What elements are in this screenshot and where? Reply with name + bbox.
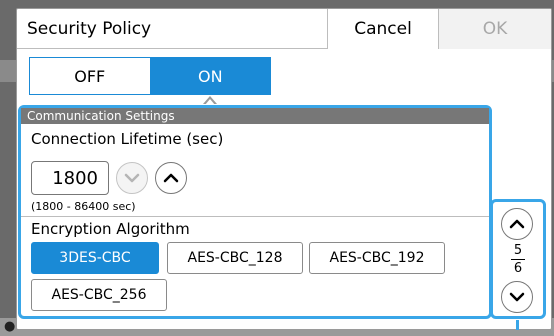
- connection-lifetime-range: (1800 - 86400 sec): [31, 200, 136, 213]
- settings-panel: Communication Settings Connection Lifeti…: [18, 105, 492, 319]
- algo-aes-cbc-128-button[interactable]: AES-CBC_128: [167, 242, 303, 274]
- security-policy-dialog: Security Policy Cancel OK OFF ON Communi…: [16, 8, 552, 330]
- increase-button[interactable]: [155, 162, 187, 194]
- dialog-titlebar: Security Policy Cancel OK: [17, 9, 551, 49]
- encryption-algorithm-label: Encryption Algorithm: [31, 220, 190, 238]
- toggle-off-button[interactable]: OFF: [30, 58, 151, 94]
- cancel-button[interactable]: Cancel: [327, 9, 439, 49]
- section-divider: [21, 216, 489, 217]
- pager-indicator-line: [516, 320, 519, 330]
- toggle-on-button[interactable]: ON: [150, 58, 270, 94]
- algo-3des-cbc-button[interactable]: 3DES-CBC: [31, 242, 159, 274]
- page-navigator: 5 6: [490, 199, 546, 319]
- algo-aes-cbc-256-button[interactable]: AES-CBC_256: [31, 279, 167, 311]
- connection-lifetime-input[interactable]: 1800: [31, 161, 109, 195]
- chevron-down-icon: [124, 173, 140, 183]
- current-page: 5: [513, 243, 523, 258]
- page-fraction-line: [511, 259, 525, 260]
- security-policy-toggle: OFF ON: [29, 57, 271, 95]
- connection-lifetime-label: Connection Lifetime (sec): [31, 130, 224, 148]
- dialog-title: Security Policy: [27, 19, 152, 39]
- chevron-up-icon: [163, 173, 179, 183]
- page-up-button[interactable]: [501, 208, 533, 240]
- user-icon: ●: [4, 319, 16, 334]
- page-down-button[interactable]: [501, 281, 533, 313]
- decrease-button[interactable]: [116, 162, 148, 194]
- total-pages: 6: [513, 261, 523, 276]
- communication-settings-header: Communication Settings: [21, 108, 489, 124]
- algo-aes-cbc-192-button[interactable]: AES-CBC_192: [309, 242, 445, 274]
- ok-button[interactable]: OK: [439, 9, 551, 49]
- chevron-up-icon: [509, 219, 525, 229]
- chevron-down-icon: [509, 292, 525, 302]
